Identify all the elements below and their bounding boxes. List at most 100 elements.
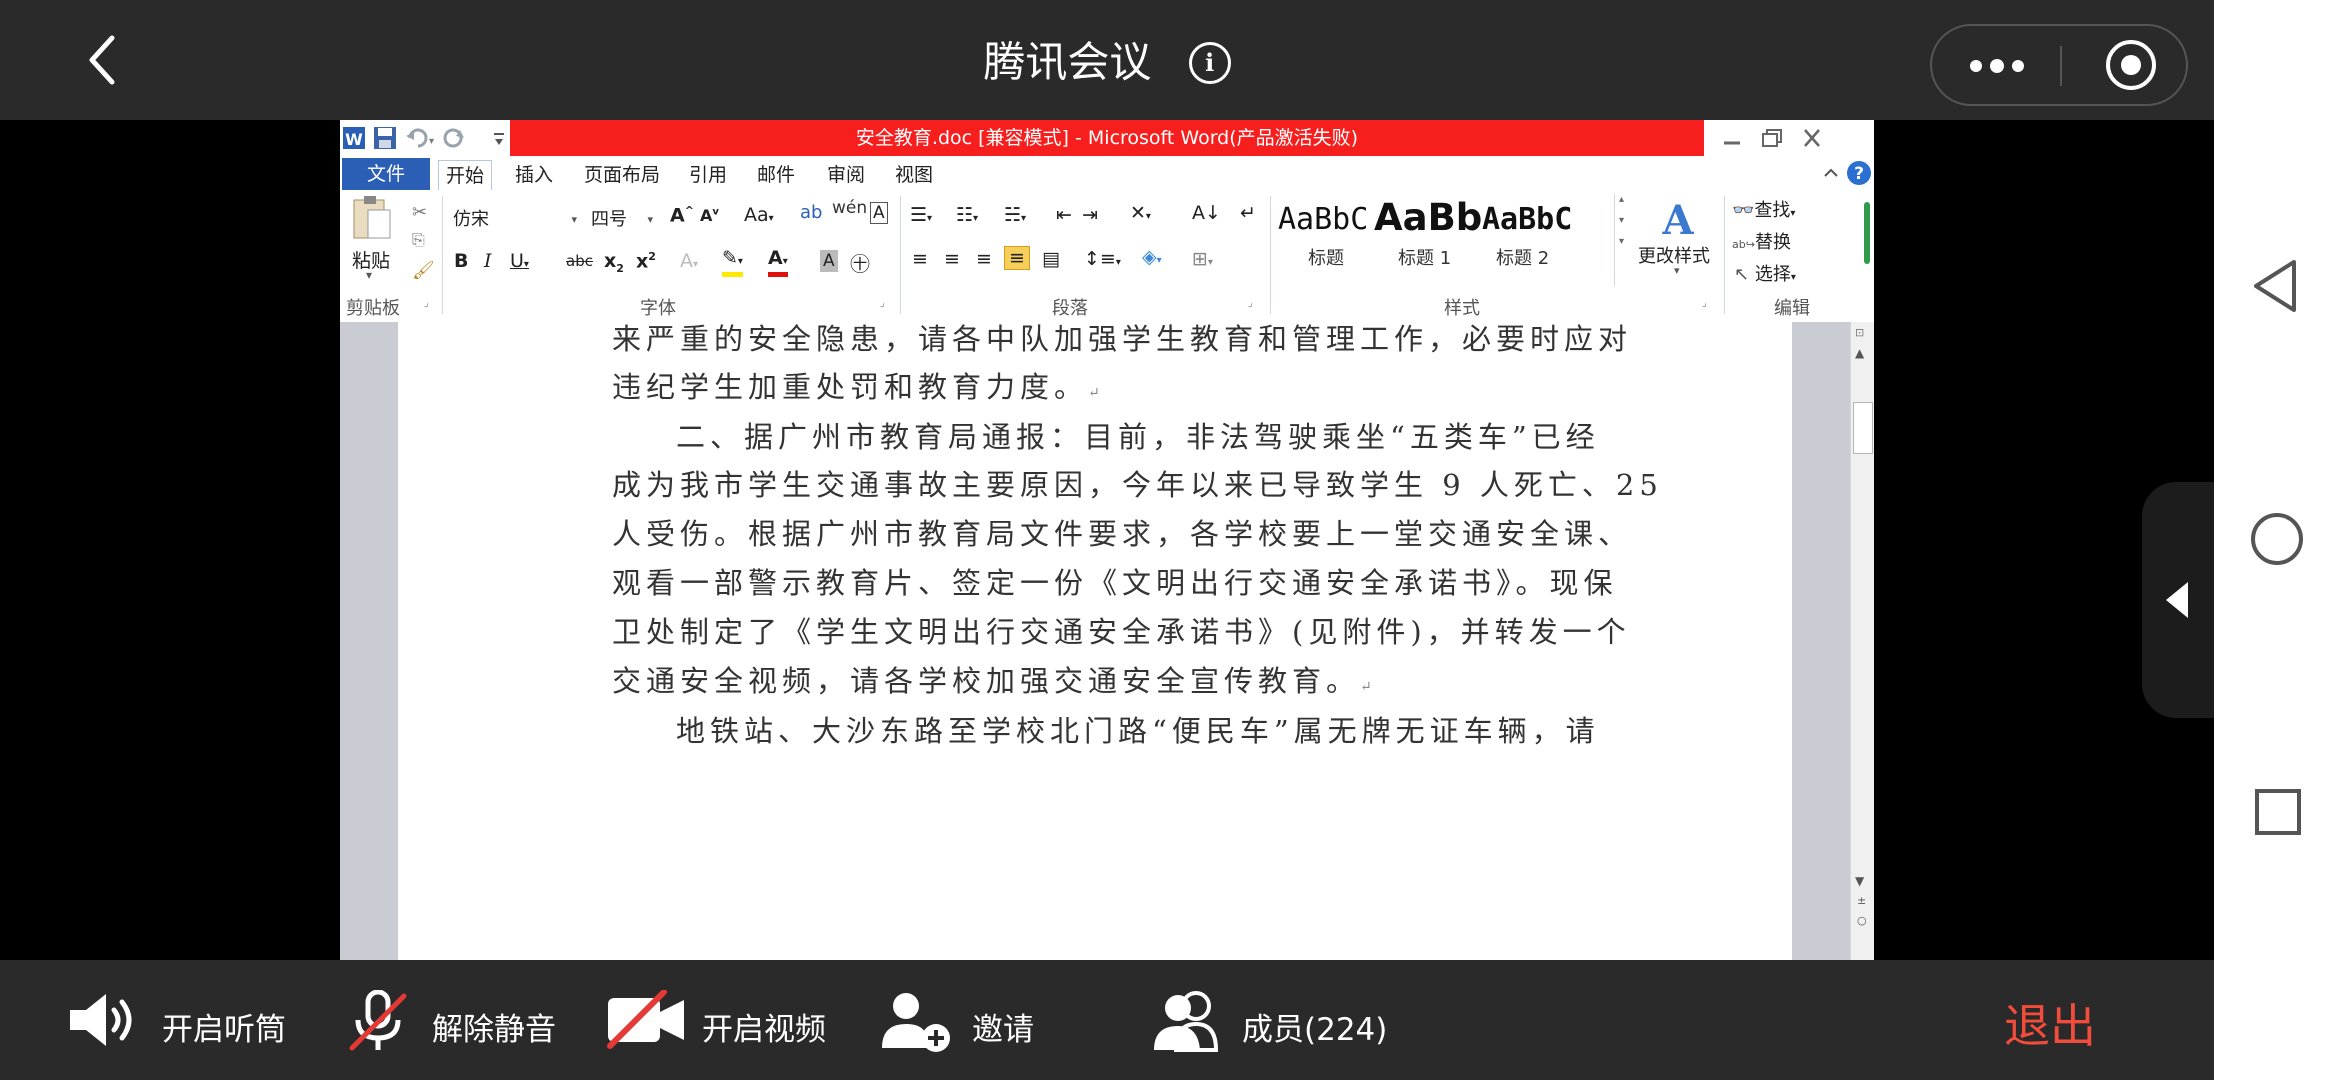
customize-qat-icon[interactable] xyxy=(492,124,506,152)
members-icon xyxy=(1154,991,1219,1052)
character-border-icon[interactable]: A xyxy=(870,202,888,224)
more-options-button[interactable] xyxy=(1932,26,2060,104)
word-app-icon[interactable]: W xyxy=(342,124,366,152)
style-item-heading-2[interactable]: AaBbC 标题 2 xyxy=(1480,190,1580,290)
find-button[interactable]: 👓查找▾ xyxy=(1732,196,1795,222)
add-user-icon xyxy=(882,993,950,1052)
ribbon-scroll-indicator xyxy=(1864,202,1870,264)
unmute-button[interactable]: 解除静音 xyxy=(346,989,576,1051)
dialog-launcher-icon[interactable]: ⌟ xyxy=(424,298,429,309)
chevron-down-icon: ▾ xyxy=(571,213,577,226)
members-button[interactable]: 成员(224) xyxy=(1150,990,1400,1052)
tab-references[interactable]: 引用 xyxy=(686,160,730,190)
select-browse-object-icon[interactable]: ○ xyxy=(1857,914,1867,927)
align-right-icon[interactable]: ≡ xyxy=(976,248,992,270)
doc-line-text: 违纪学生加重处罚和教育力度。 xyxy=(612,370,1089,404)
align-left-icon[interactable]: ≡ xyxy=(912,248,928,270)
vertical-scrollbar[interactable]: ⊡ ▲ ▼ ± ○ xyxy=(1850,322,1874,960)
grow-font-icon[interactable]: A^ xyxy=(670,204,694,226)
multilevel-list-icon[interactable]: ☵▾ xyxy=(1004,204,1026,226)
bold-button[interactable]: B xyxy=(454,250,468,272)
font-size-select[interactable]: 四号 ▾ xyxy=(584,204,658,236)
tab-view[interactable]: 视图 xyxy=(892,160,936,190)
font-size-value: 四号 xyxy=(591,209,627,230)
italic-button[interactable]: I xyxy=(484,250,492,272)
decrease-indent-icon[interactable]: ⇤ xyxy=(1056,204,1072,226)
close-button[interactable] xyxy=(1794,124,1830,152)
style-item-heading-1[interactable]: AaBb 标题 1 xyxy=(1374,190,1482,290)
side-panel-toggle[interactable] xyxy=(2142,482,2214,718)
replace-button[interactable]: ab↪替换 xyxy=(1732,228,1791,254)
char-shading-icon[interactable]: A xyxy=(820,250,838,272)
dialog-launcher-icon[interactable]: ⌟ xyxy=(1702,298,1707,309)
change-case-icon[interactable]: Aa▾ xyxy=(744,204,774,226)
collapse-ribbon-icon[interactable] xyxy=(1822,164,1840,182)
speaker-button[interactable]: 开启听筒 xyxy=(66,990,296,1050)
borders-icon[interactable]: ⊞▾ xyxy=(1192,248,1213,270)
enclose-char-icon[interactable]: ㊉ xyxy=(850,248,870,277)
cut-icon[interactable]: ✂ xyxy=(412,202,427,223)
font-name-select[interactable]: 仿宋 ▾ xyxy=(446,204,582,236)
line-spacing-icon[interactable]: ↕≡▾ xyxy=(1084,248,1121,270)
nav-home-icon[interactable] xyxy=(2250,512,2304,566)
undo-icon[interactable]: ▾ xyxy=(404,124,434,152)
save-icon[interactable] xyxy=(372,124,398,152)
dialog-launcher-icon[interactable]: ⌟ xyxy=(1248,298,1253,309)
text-effects-icon[interactable]: A▾ xyxy=(680,250,698,272)
chinese-layout-icon[interactable]: ✕▾ xyxy=(1130,202,1151,224)
style-item-title[interactable]: AaBbC 标题 xyxy=(1272,190,1372,290)
underline-button[interactable]: U▾ xyxy=(510,250,529,272)
tab-file[interactable]: 文件 xyxy=(342,158,430,190)
select-button[interactable]: ↖ 选择▾ xyxy=(1734,260,1796,286)
doc-line: 成为我市学生交通事故主要原因，今年以来已导致学生 9 人死亡、25 xyxy=(612,468,1663,502)
copy-icon[interactable]: ⎘ xyxy=(412,230,425,250)
numbering-icon[interactable]: ☷▾ xyxy=(956,204,978,226)
increase-indent-icon[interactable]: ⇥ xyxy=(1082,204,1098,226)
style-gallery-scroll[interactable]: ▴ ▾ ▾ xyxy=(1614,194,1633,286)
shrink-font-icon[interactable]: Av xyxy=(700,206,719,225)
minimize-button[interactable] xyxy=(1714,124,1750,152)
restore-button[interactable] xyxy=(1754,124,1790,152)
start-video-button[interactable]: 开启视频 xyxy=(604,989,834,1050)
chevron-down-icon: ▾ xyxy=(1674,264,1680,277)
group-separator xyxy=(1724,196,1725,314)
justify-button[interactable]: ≡ xyxy=(1004,246,1030,270)
align-center-icon[interactable]: ≡ xyxy=(944,248,960,270)
font-color-icon[interactable]: A▾ xyxy=(768,248,788,277)
shading-icon[interactable]: ◈▾ xyxy=(1142,246,1162,268)
nav-back-icon[interactable] xyxy=(2250,258,2302,314)
scroll-down-icon[interactable]: ▼ xyxy=(1855,874,1864,888)
document-page[interactable]: 来严重的安全隐患，请各中队加强学生教育和管理工作，必要时应对 违纪学生加重处罚和… xyxy=(398,322,1792,960)
superscript-button[interactable]: x2 xyxy=(636,250,656,272)
redo-icon[interactable] xyxy=(440,124,466,152)
format-painter-icon[interactable]: 🖌 xyxy=(412,260,435,281)
strikethrough-button[interactable]: abc xyxy=(566,252,593,270)
distributed-icon[interactable]: ▤ xyxy=(1042,248,1060,270)
nav-recents-icon[interactable] xyxy=(2254,788,2302,836)
tab-page-layout[interactable]: 页面布局 xyxy=(580,160,664,190)
subscript-button[interactable]: x2 xyxy=(604,250,624,275)
tab-insert[interactable]: 插入 xyxy=(512,160,556,190)
highlight-icon[interactable]: ✎▾ xyxy=(722,248,743,277)
ruler-toggle-icon[interactable]: ⊡ xyxy=(1855,326,1864,339)
info-icon[interactable]: i xyxy=(1188,41,1231,84)
close-miniprogram-button[interactable] xyxy=(2106,40,2156,90)
tab-home[interactable]: 开始 xyxy=(438,160,492,192)
help-icon[interactable]: ? xyxy=(1846,160,1872,186)
sort-icon[interactable]: A↓ xyxy=(1192,202,1221,224)
doc-line: 二、据广州市教育局通报：目前，非法驾驶乘坐“五类车”已经 xyxy=(676,420,1600,454)
previous-page-icon[interactable]: ± xyxy=(1857,894,1866,907)
tab-mailings[interactable]: 邮件 xyxy=(754,160,798,190)
scroll-thumb[interactable] xyxy=(1853,402,1873,454)
clear-format-icon[interactable]: ab xyxy=(800,202,822,223)
phonetic-guide-icon[interactable]: wén xyxy=(832,198,867,218)
change-styles-button[interactable]: A 更改样式 ▾ xyxy=(1636,190,1726,290)
scroll-up-icon[interactable]: ▲ xyxy=(1855,346,1864,360)
exit-button[interactable]: 退出 xyxy=(2004,990,2096,1056)
tab-review[interactable]: 审阅 xyxy=(824,160,868,190)
invite-button[interactable]: 邀请 xyxy=(880,990,1040,1052)
paste-button[interactable]: 粘贴 ▾ xyxy=(350,194,394,290)
dialog-launcher-icon[interactable]: ⌟ xyxy=(880,298,885,309)
bullets-icon[interactable]: ☰▾ xyxy=(910,204,932,226)
show-marks-icon[interactable]: ↵ xyxy=(1240,202,1256,224)
